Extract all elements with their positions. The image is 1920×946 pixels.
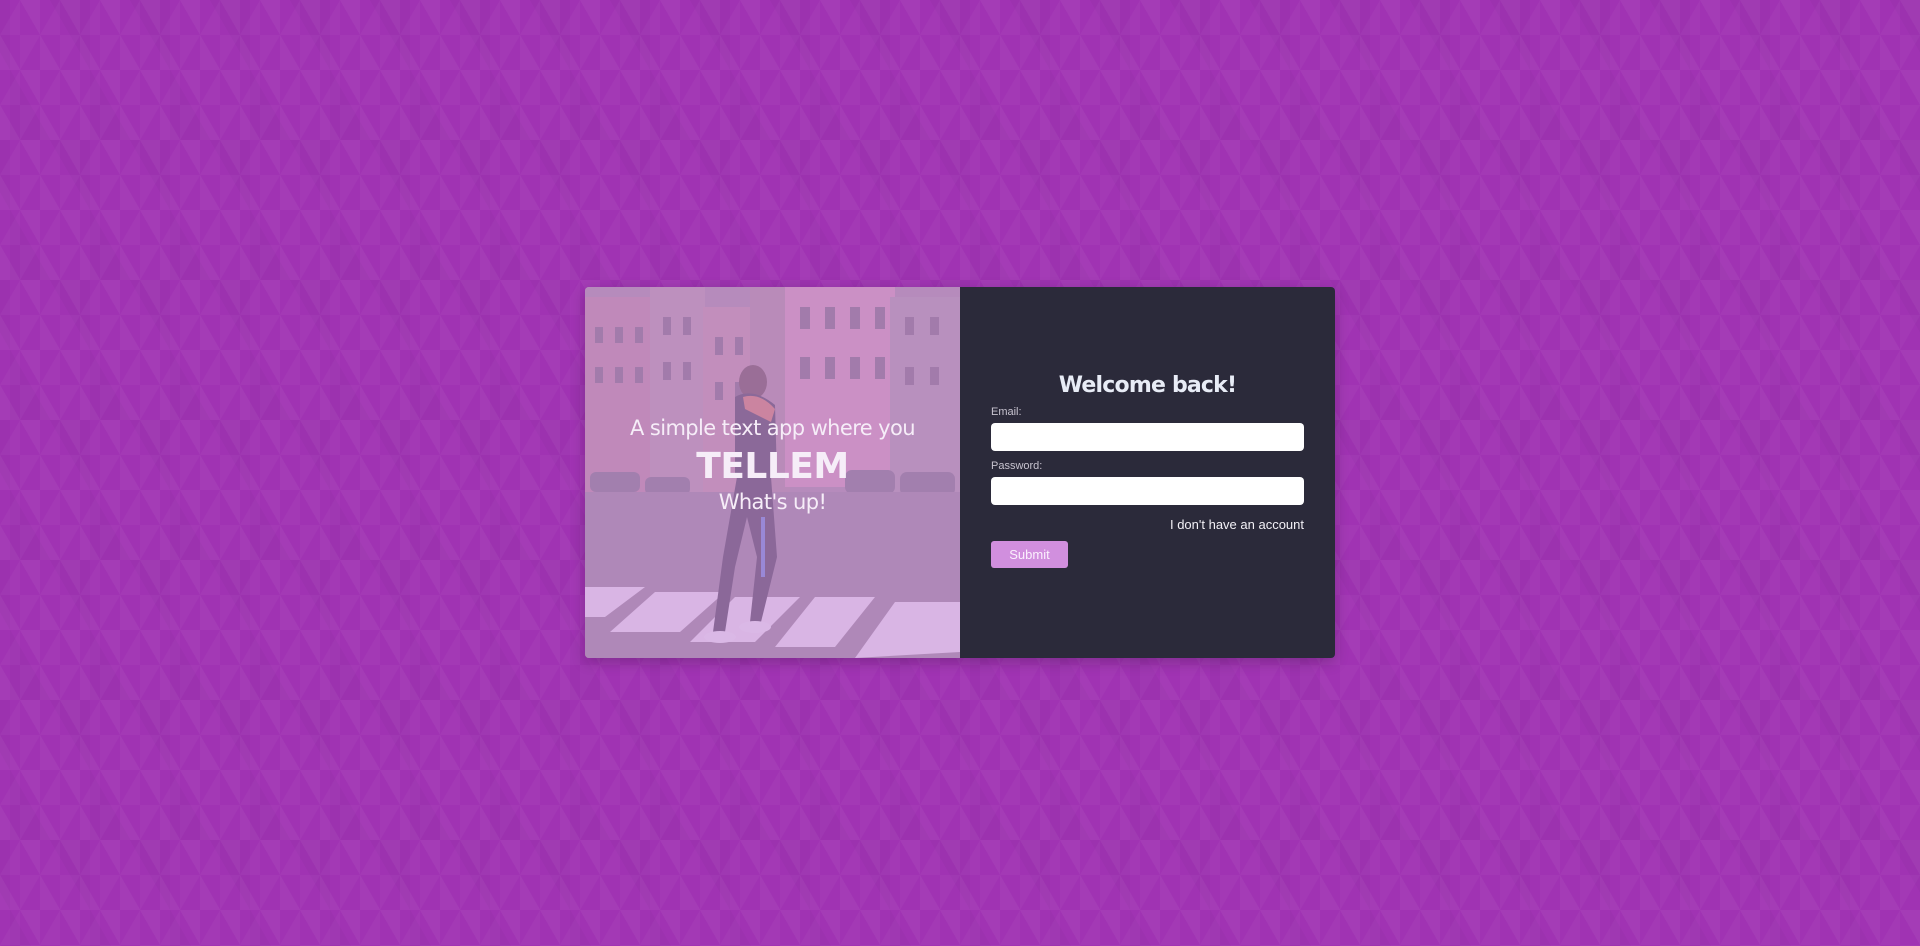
email-field[interactable] xyxy=(991,423,1304,451)
email-label: Email: xyxy=(991,406,1022,418)
hero-panel: A simple text app where you TELLEM What'… xyxy=(585,287,960,658)
hero-text: A simple text app where you TELLEM What'… xyxy=(585,415,960,515)
brand-title: TELLEM xyxy=(696,446,849,487)
password-label: Password: xyxy=(991,460,1043,472)
login-card: A simple text app where you TELLEM What'… xyxy=(585,287,1335,658)
hero-subline: What's up! xyxy=(718,490,827,514)
submit-button[interactable]: Submit xyxy=(991,541,1068,568)
form-title: Welcome back! xyxy=(1058,373,1237,398)
hero-tagline: A simple text app where you xyxy=(630,416,916,440)
password-field[interactable] xyxy=(991,477,1304,505)
no-account-link[interactable]: I don't have an account xyxy=(1170,517,1304,532)
login-form-panel: Welcome back! Email: Password: I don't h… xyxy=(960,287,1335,658)
